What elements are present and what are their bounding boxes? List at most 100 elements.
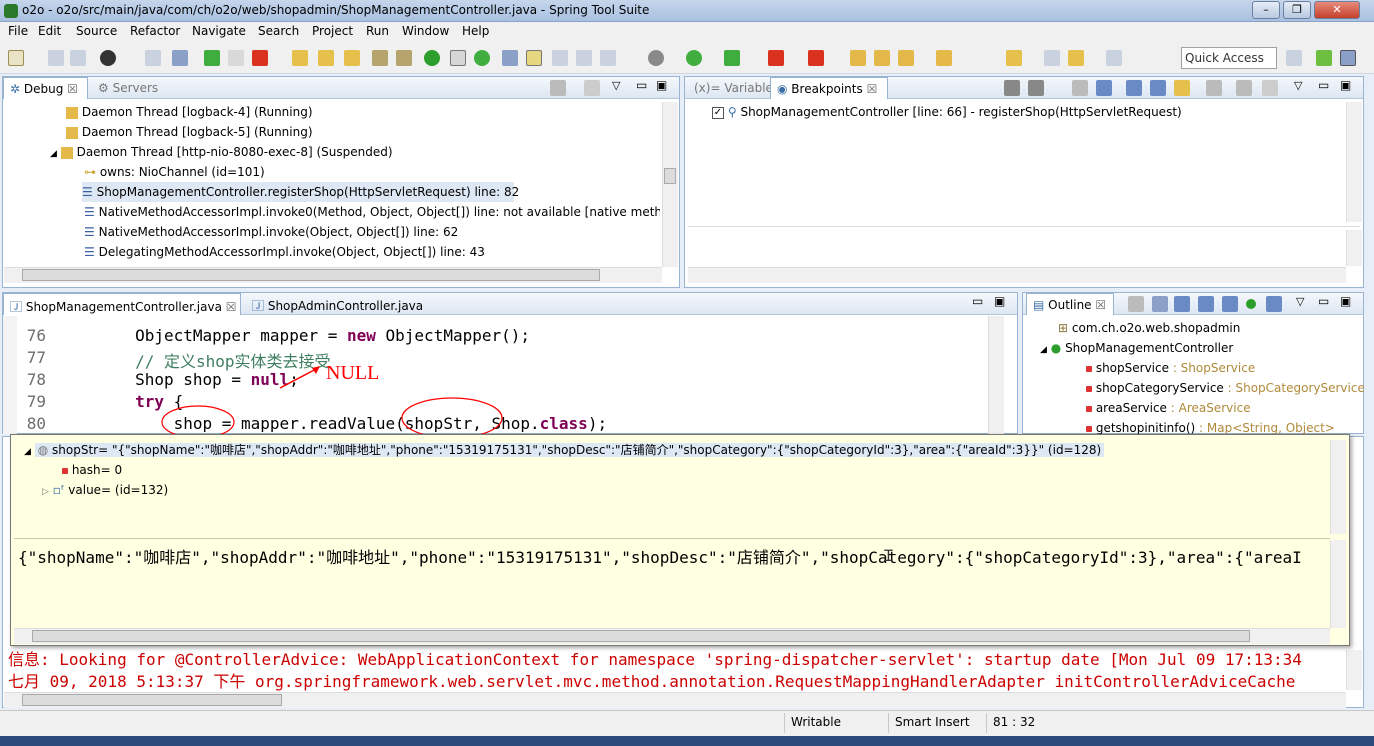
view-menu-icon[interactable] — [584, 80, 600, 96]
debug-scrollbar-vertical[interactable] — [662, 102, 678, 267]
breakpoints-chevron-icon[interactable]: ▽ — [1294, 79, 1302, 92]
menu-project[interactable]: Project — [312, 24, 353, 38]
inspect-hscroll-thumb[interactable] — [32, 630, 1250, 642]
tree-expanded-icon[interactable]: ◢ — [24, 447, 31, 457]
highlight-icon[interactable] — [526, 50, 542, 66]
debug-scroll-thumb[interactable] — [664, 168, 676, 184]
menu-help[interactable]: Help — [462, 24, 489, 38]
refresh-icon[interactable] — [474, 50, 490, 66]
remove-breakpoint-icon[interactable] — [1004, 80, 1020, 96]
debug-row-selected[interactable]: ☰ ShopManagementController.registerShop(… — [82, 182, 519, 202]
code-line[interactable]: ObjectMapper mapper = new ObjectMapper()… — [58, 326, 530, 345]
inspect-scrollbar[interactable] — [1330, 540, 1346, 628]
focus-active-icon[interactable] — [1128, 296, 1144, 312]
tree-expanded-icon[interactable]: ◢ — [1040, 345, 1047, 355]
new-java-project-icon[interactable] — [850, 50, 866, 66]
breakpoints-scrollbar[interactable] — [1346, 102, 1362, 222]
disable-breakpoints-icon[interactable] — [172, 50, 188, 66]
save-icon[interactable] — [48, 50, 64, 66]
outline-package[interactable]: ⊞ com.ch.o2o.web.shopadmin — [1058, 318, 1240, 338]
tab-servers[interactable]: ⚙ Servers — [92, 77, 164, 99]
minimize-outline-icon[interactable]: ▭ — [1318, 294, 1329, 308]
step-into-icon[interactable] — [292, 50, 308, 66]
back-icon[interactable] — [1068, 50, 1084, 66]
toggle-view-icon[interactable] — [450, 50, 466, 66]
breakpoint-detail-scrollbar[interactable] — [1346, 230, 1362, 266]
outline-chevron-icon[interactable]: ▽ — [1296, 295, 1304, 308]
tab-outline[interactable]: ▤ Outline ☒ — [1026, 293, 1114, 315]
outline-field[interactable]: shopCategoryService : ShopCategoryServic… — [1086, 378, 1364, 398]
menu-run[interactable]: Run — [366, 24, 389, 38]
spring-perspective-icon[interactable] — [1316, 50, 1332, 66]
word-wrap-icon[interactable] — [552, 50, 568, 66]
step-return-icon[interactable] — [344, 50, 360, 66]
debug-perspective-icon[interactable] — [1340, 50, 1356, 66]
github-icon[interactable] — [100, 50, 116, 66]
menu-window[interactable]: Window — [402, 24, 449, 38]
tab-debug[interactable]: ✲ Debug ☒ — [3, 77, 88, 99]
block-select-icon[interactable] — [576, 50, 592, 66]
collapse-outline-icon[interactable] — [1152, 296, 1168, 312]
forward-icon[interactable] — [1106, 50, 1122, 66]
minimize-view-icon[interactable]: ▭ — [636, 78, 647, 92]
terminate-icon[interactable] — [252, 50, 268, 66]
drop-to-frame-icon[interactable] — [372, 50, 388, 66]
minimize-breakpoints-icon[interactable]: ▭ — [1318, 78, 1329, 92]
console-hscroll-thumb[interactable] — [22, 694, 282, 706]
hide-fields-icon[interactable] — [1198, 296, 1214, 312]
menu-edit[interactable]: Edit — [38, 24, 61, 38]
save-all-icon[interactable] — [70, 50, 86, 66]
inspect-value-row[interactable]: ▷ ▫ᶠ value= (id=132) — [42, 480, 168, 500]
debug-icon[interactable] — [648, 50, 664, 66]
open-perspective-icon[interactable] — [1286, 50, 1302, 66]
show-whitespace-icon[interactable] — [600, 50, 616, 66]
remove-terminated-icon[interactable] — [550, 80, 566, 96]
tab-shopmanagementcontroller[interactable]: 🄹 ShopManagementController.java ☒ — [3, 293, 241, 315]
menu-navigate[interactable]: Navigate — [192, 24, 246, 38]
inspect-tree-scrollbar[interactable] — [1330, 440, 1346, 534]
last-edit-icon[interactable] — [1044, 50, 1060, 66]
debug-row[interactable]: ☰ NativeMethodAccessorImpl.invoke0(Metho… — [84, 202, 660, 222]
skip-all-breakpoints-icon[interactable] — [1096, 80, 1112, 96]
menu-search[interactable]: Search — [258, 24, 299, 38]
expand-all-icon[interactable] — [1126, 80, 1142, 96]
outline-field[interactable]: shopService : ShopService — [1086, 358, 1255, 378]
resume-icon[interactable] — [204, 50, 220, 66]
close-button[interactable]: ✕ — [1314, 1, 1360, 19]
coverage-icon[interactable] — [724, 50, 740, 66]
minimize-editor-icon[interactable]: ▭ — [972, 294, 983, 308]
view-menu-chevron-icon[interactable]: ▽ — [612, 79, 620, 92]
external-tools-icon[interactable] — [808, 50, 824, 66]
skip-breakpoints-icon[interactable] — [145, 50, 161, 66]
open-type-icon[interactable] — [936, 50, 952, 66]
menu-source[interactable]: Source — [76, 24, 117, 38]
new-icon[interactable] — [8, 50, 24, 66]
menu-refactor[interactable]: Refactor — [130, 24, 180, 38]
use-step-filters-icon[interactable] — [396, 50, 412, 66]
inspect-detail-text[interactable]: {"shopName":"咖啡店","shopAddr":"咖啡地址","pho… — [18, 544, 1330, 568]
outline-method[interactable]: getshopinitinfo() : Map<String, Object> — [1086, 418, 1335, 434]
collapse-all-icon[interactable] — [1150, 80, 1166, 96]
maximize-breakpoints-icon[interactable]: ▣ — [1340, 78, 1351, 92]
debug-row[interactable]: ⊶ owns: NioChannel (id=101) — [84, 162, 265, 182]
spring-boot-icon[interactable] — [424, 50, 440, 66]
stop-icon[interactable] — [768, 50, 784, 66]
tab-shopadmincontroller[interactable]: 🄹 ShopAdminController.java — [246, 293, 429, 315]
quick-access-input[interactable]: Quick Access — [1181, 47, 1277, 69]
run-icon[interactable] — [686, 50, 702, 66]
breakpoint-entry[interactable]: ✓ ⚲ ShopManagementController [line: 66] … — [712, 102, 1182, 122]
hide-local-types-icon[interactable] — [1266, 296, 1282, 312]
maximize-view-icon[interactable]: ▣ — [656, 78, 667, 92]
tab-breakpoints[interactable]: ◉ Breakpoints ☒ — [770, 77, 888, 99]
outline-field[interactable]: areaService : AreaService — [1086, 398, 1251, 418]
debug-row[interactable]: Daemon Thread [logback-5] (Running) — [66, 122, 313, 142]
breakpoint-detail-hscroll[interactable] — [688, 267, 1346, 283]
debug-row[interactable]: Daemon Thread [logback-4] (Running) — [66, 102, 313, 122]
editor-scrollbar[interactable] — [988, 316, 1004, 434]
remove-all-breakpoints-icon[interactable] — [1028, 80, 1044, 96]
go-to-file-icon[interactable] — [1072, 80, 1088, 96]
inspect-hash-row[interactable]: hash= 0 — [62, 460, 122, 480]
debug-hscroll-thumb[interactable] — [22, 269, 600, 281]
mark-occurrences-icon[interactable] — [502, 50, 518, 66]
new-class-icon[interactable] — [898, 50, 914, 66]
